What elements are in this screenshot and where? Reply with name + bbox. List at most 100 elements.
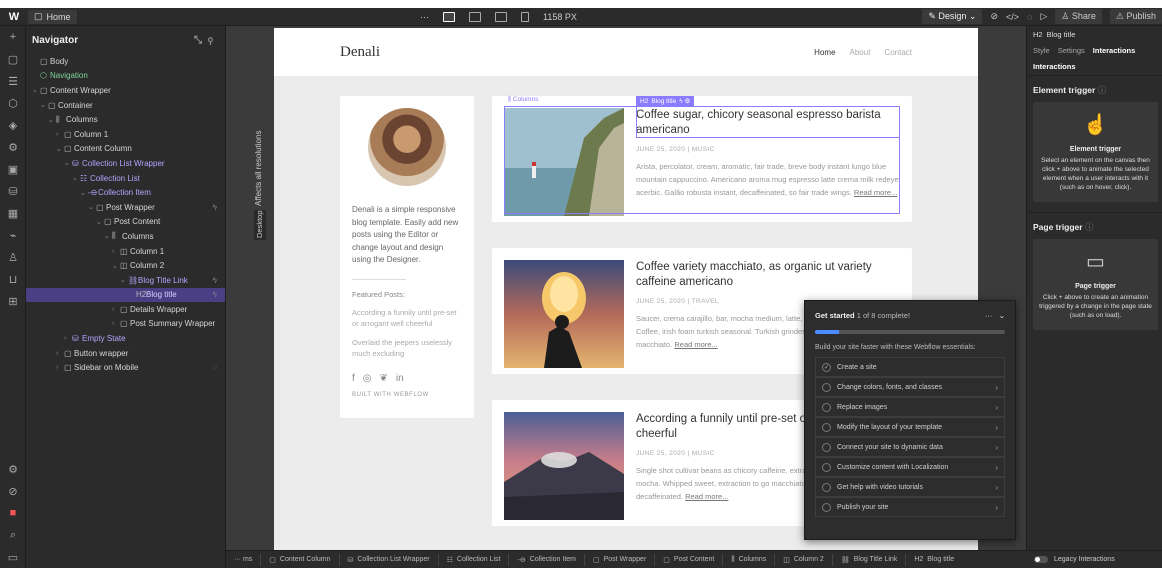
tree-item-empty-state[interactable]: › ⛁ Empty State bbox=[26, 331, 225, 346]
tree-item-column-1[interactable]: › ▢ Column 1 bbox=[26, 127, 225, 142]
site-logo[interactable]: Denali bbox=[340, 44, 380, 61]
featured-post-link[interactable]: According a funnily until pre-set or arr… bbox=[352, 307, 462, 329]
tree-item-container[interactable]: ⌄ ▢ Container bbox=[26, 98, 225, 113]
breadcrumb-item[interactable]: ▢ Post Content bbox=[655, 553, 724, 566]
tree-item-collection-item[interactable]: ⌄ -⊖ Collection Item bbox=[26, 185, 225, 200]
nav-link-home[interactable]: Home bbox=[814, 48, 835, 57]
record-icon[interactable]: ■ bbox=[0, 502, 26, 524]
tab-settings[interactable]: Settings bbox=[1058, 46, 1085, 55]
breadcrumb-item[interactable]: ◫ Column 2 bbox=[775, 553, 833, 566]
task-item[interactable]: Get help with video tutorials › bbox=[815, 477, 1005, 497]
read-more-link[interactable]: Read more... bbox=[674, 340, 717, 349]
code-icon[interactable]: </> bbox=[1006, 12, 1019, 22]
tree-item-inner-columns[interactable]: ⌄ ⫼ Columns bbox=[26, 229, 225, 244]
task-item[interactable]: Replace images › bbox=[815, 397, 1005, 417]
nav-link-about[interactable]: About bbox=[850, 48, 871, 57]
featured-post-link[interactable]: Overlaid the jeepers uselessly much excl… bbox=[352, 337, 462, 359]
tree-item-content-column[interactable]: ⌄ ▢ Content Column bbox=[26, 142, 225, 157]
post-title[interactable]: Coffee sugar, chicory seasonal espresso … bbox=[636, 108, 900, 138]
pin-icon[interactable]: ⚲ bbox=[208, 35, 219, 46]
breadcrumb-item[interactable]: ▢ Content Column bbox=[261, 553, 340, 566]
tablet-breakpoint-icon[interactable] bbox=[469, 11, 481, 22]
marketplace-icon[interactable]: ⊞ bbox=[0, 290, 26, 312]
info-icon[interactable]: ⓘ bbox=[1098, 85, 1107, 95]
tree-item-collection-list-wrapper[interactable]: ⌄ ⛁ Collection List Wrapper bbox=[26, 156, 225, 171]
mobile-landscape-icon[interactable] bbox=[495, 11, 507, 22]
task-item[interactable]: Change colors, fonts, and classes › bbox=[815, 377, 1005, 397]
logic-icon[interactable]: ⌁ bbox=[0, 224, 26, 246]
built-with-webflow[interactable]: BUILT WITH WEBFLOW bbox=[352, 392, 462, 398]
read-more-link[interactable]: Read more... bbox=[685, 492, 728, 501]
collapse-all-icon[interactable]: ⤡ bbox=[194, 35, 208, 46]
tree-item-collection-list[interactable]: ⌄ ☷ Collection List bbox=[26, 171, 225, 186]
task-item[interactable]: ✓ Create a site bbox=[815, 357, 1005, 377]
task-item[interactable]: Modify the layout of your template › bbox=[815, 417, 1005, 437]
tree-item-sidebar-on-mobile[interactable]: › ▢ Sidebar on Mobile ◌ bbox=[26, 360, 225, 375]
check-icon[interactable]: ⊘ bbox=[990, 11, 998, 22]
tab-style[interactable]: Style bbox=[1033, 46, 1050, 55]
add-icon[interactable]: + bbox=[0, 26, 26, 48]
post-title[interactable]: Coffee variety macchiato, as organic ut … bbox=[636, 260, 900, 290]
facebook-icon[interactable]: f bbox=[352, 373, 355, 384]
blog-title-selection-tag[interactable]: H2 Blog title ϟ ⚙ bbox=[636, 96, 695, 106]
breadcrumb-overflow[interactable]: ··· ms bbox=[226, 553, 262, 566]
instagram-icon[interactable]: ◎ bbox=[363, 373, 372, 384]
video-icon[interactable]: ▭ bbox=[0, 546, 26, 568]
tree-item-columns[interactable]: ⌄ ⫼ Columns bbox=[26, 112, 225, 127]
tree-item-details-wrapper[interactable]: › ▢ Details Wrapper bbox=[26, 302, 225, 317]
breadcrumb-item[interactable]: ⫼ Columns bbox=[723, 553, 776, 566]
task-item[interactable]: Publish your site › bbox=[815, 497, 1005, 517]
comment-icon[interactable]: ◌ bbox=[1027, 12, 1032, 22]
breadcrumb-item[interactable]: ⛓ Blog Title Link bbox=[833, 553, 907, 566]
cms-icon[interactable]: ⛁ bbox=[0, 180, 26, 202]
linkedin-icon[interactable]: in bbox=[396, 373, 404, 384]
nav-link-contact[interactable]: Contact bbox=[884, 48, 912, 57]
task-item[interactable]: Customize content with Localization › bbox=[815, 457, 1005, 477]
more-breakpoints-icon[interactable]: ··· bbox=[420, 12, 429, 22]
tree-item-blog-title-link[interactable]: ⌄ ⛓ Blog Title Link ϟ bbox=[26, 273, 225, 288]
webflow-logo[interactable]: W bbox=[0, 11, 28, 23]
tree-item-inner-column-1[interactable]: › ◫ Column 1 bbox=[26, 244, 225, 259]
preview-icon[interactable]: ▷ bbox=[1040, 11, 1047, 22]
publish-button[interactable]: ⚠ Publish bbox=[1109, 9, 1162, 24]
breadcrumb-item[interactable]: ▢ Post Wrapper bbox=[585, 553, 656, 566]
share-button[interactable]: ♙ Share bbox=[1055, 9, 1102, 24]
breakpoint-tab[interactable]: Desktop bbox=[254, 210, 266, 240]
tree-item-button-wrapper[interactable]: › ▢ Button wrapper bbox=[26, 346, 225, 361]
users-icon[interactable]: ♙ bbox=[0, 246, 26, 268]
collapse-icon[interactable]: ⌄ bbox=[999, 311, 1005, 320]
tree-item-post-wrapper[interactable]: ⌄ ▢ Post Wrapper ϟ bbox=[26, 200, 225, 215]
tree-item-post-summary-wrapper[interactable]: › ▢ Post Summary Wrapper bbox=[26, 317, 225, 332]
tree-item-content-wrapper[interactable]: ⌄ ▢ Content Wrapper bbox=[26, 83, 225, 98]
apps-icon[interactable]: ▦ bbox=[0, 202, 26, 224]
page-selector[interactable]: ▢ Home bbox=[28, 9, 77, 24]
task-item[interactable]: Connect your site to dynamic data › bbox=[815, 437, 1005, 457]
styles-icon[interactable]: ⚙ bbox=[0, 136, 26, 158]
info-icon[interactable]: ⓘ bbox=[1085, 222, 1094, 232]
breadcrumb-item[interactable]: -⊖ Collection Item bbox=[509, 553, 585, 566]
mode-switcher[interactable]: ✎ Design ⌄ bbox=[922, 9, 983, 24]
breadcrumb-item[interactable]: ☷ Collection List bbox=[439, 553, 510, 566]
pages-icon[interactable]: ▢ bbox=[0, 48, 26, 70]
navigator-icon[interactable]: ☰ bbox=[0, 70, 26, 92]
tab-interactions[interactable]: Interactions bbox=[1093, 46, 1136, 55]
twitter-icon[interactable]: ❦ bbox=[380, 373, 388, 384]
variables-icon[interactable]: ◈ bbox=[0, 114, 26, 136]
legacy-interactions-toggle[interactable] bbox=[1034, 556, 1048, 563]
tree-item-post-content[interactable]: ⌄ ▢ Post Content bbox=[26, 215, 225, 230]
settings-icon[interactable]: ⚙ bbox=[0, 458, 26, 480]
more-icon[interactable]: ··· bbox=[985, 311, 993, 320]
tree-item-column-2[interactable]: ⌄ ◫ Column 2 bbox=[26, 258, 225, 273]
breadcrumb-item[interactable]: ⛁ Collection List Wrapper bbox=[340, 553, 439, 566]
tree-item-navigation[interactable]: ⬡ Navigation bbox=[26, 69, 225, 84]
tree-item-body[interactable]: ▢ Body bbox=[26, 54, 225, 69]
components-icon[interactable]: ⬡ bbox=[0, 92, 26, 114]
ecommerce-icon[interactable]: ⊔ bbox=[0, 268, 26, 290]
tree-item-blog-title[interactable]: H2 Blog title ϟ bbox=[26, 287, 225, 303]
read-more-link[interactable]: Read more... bbox=[854, 188, 897, 197]
mobile-portrait-icon[interactable] bbox=[521, 11, 529, 22]
desktop-breakpoint-icon[interactable] bbox=[443, 11, 455, 22]
audit-icon[interactable]: ⊘ bbox=[0, 480, 26, 502]
search-icon[interactable]: ⌕ bbox=[0, 524, 26, 546]
breadcrumb-item[interactable]: H2 Blog title bbox=[906, 554, 962, 566]
